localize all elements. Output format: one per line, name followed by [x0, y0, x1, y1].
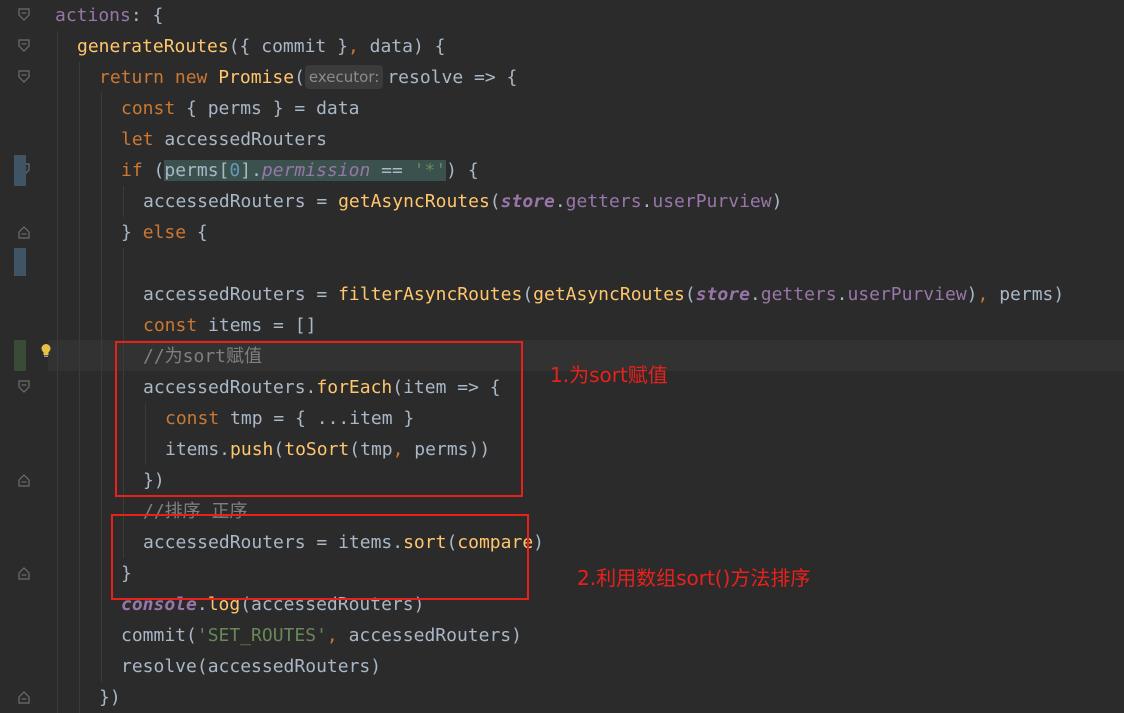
code-line[interactable]: if (perms[0].permission == '*') { [121, 155, 479, 186]
code-line[interactable]: }) [99, 682, 121, 713]
code-token: 0 [229, 160, 241, 181]
code-token: getters [565, 191, 642, 212]
code-line[interactable]: const items = [] [143, 310, 316, 341]
code-token: . [641, 191, 653, 212]
code-token: generateRoutes [77, 36, 229, 57]
code-token: accessedRouters = [143, 191, 339, 212]
code-token: ]. [240, 160, 262, 181]
fold-marker-icon[interactable] [18, 380, 30, 394]
annotation-box-2 [111, 514, 529, 600]
code-line[interactable]: generateRoutes({ commit }, data) { [77, 31, 445, 62]
code-token: { [196, 222, 208, 243]
code-token: ) [533, 532, 544, 553]
code-token: ) [771, 191, 783, 212]
code-token: let [121, 129, 165, 150]
code-line[interactable]: actions: { [55, 0, 163, 31]
code-token: . [554, 191, 566, 212]
vcs-change-marker[interactable] [14, 340, 26, 371]
code-token: , [326, 625, 338, 646]
code-token: Promise [218, 67, 295, 88]
code-token: getters [760, 284, 837, 305]
code-token: == [370, 160, 414, 181]
code-line[interactable]: resolve(accessedRouters) [121, 651, 381, 682]
code-token: accessedRouters [164, 129, 327, 150]
code-token: 'SET_ROUTES' [196, 625, 327, 646]
intention-bulb-icon[interactable] [40, 343, 52, 359]
code-token: resolve => { [387, 67, 518, 88]
code-token: '*' [413, 160, 447, 181]
code-token: userPurview [652, 191, 772, 212]
code-token: : { [130, 5, 164, 26]
fold-marker-icon[interactable] [18, 690, 30, 704]
code-line[interactable]: return new Promise(executor: resolve => { [99, 62, 517, 93]
code-line[interactable]: let accessedRouters [121, 124, 327, 155]
code-line[interactable]: accessedRouters = filterAsyncRoutes(getA… [143, 279, 1064, 310]
code-token: . [749, 284, 761, 305]
code-token: userPurview [847, 284, 967, 305]
vcs-change-marker[interactable] [14, 248, 26, 276]
fold-marker-icon[interactable] [18, 566, 30, 580]
code-token: accessedRouters) [337, 625, 522, 646]
code-token: getAsyncRoutes [338, 191, 490, 212]
code-token: , [347, 36, 359, 57]
code-token: getAsyncRoutes [533, 284, 685, 305]
code-token: filterAsyncRoutes [338, 284, 523, 305]
code-token: ( [489, 191, 501, 212]
code-token: permission [261, 160, 371, 181]
code-token: store [695, 284, 750, 305]
code-token: accessedRouters = [143, 284, 339, 305]
indent-guide [57, 31, 58, 713]
code-token: perms[ [164, 160, 230, 181]
code-token: return new [99, 67, 219, 88]
code-token: commit( [121, 625, 197, 646]
code-token: ) [966, 284, 978, 305]
code-token: if [121, 160, 154, 181]
code-line[interactable]: accessedRouters = getAsyncRoutes(store.g… [143, 186, 782, 217]
indent-guide [101, 93, 102, 682]
fold-marker-icon[interactable] [18, 225, 30, 239]
code-token: ( [153, 160, 165, 181]
code-token: resolve(accessedRouters) [121, 656, 382, 677]
code-token: ( [522, 284, 534, 305]
code-token: perms) [988, 284, 1065, 305]
fold-marker-icon[interactable] [18, 8, 30, 22]
fold-marker-icon[interactable] [18, 473, 30, 487]
vcs-change-marker[interactable] [14, 155, 26, 186]
code-token: const [121, 98, 187, 119]
annotation-label-2: 2.利用数组sort()方法排序 [577, 566, 811, 590]
code-token: , [977, 284, 989, 305]
code-token: ({ commit } [228, 36, 348, 57]
code-token: store [500, 191, 555, 212]
code-token: ( [684, 284, 696, 305]
code-line[interactable]: const { perms } = data [121, 93, 359, 124]
code-token: data) { [358, 36, 446, 57]
code-token: else [142, 222, 197, 243]
fold-marker-icon[interactable] [18, 70, 30, 84]
indent-guide [123, 186, 124, 217]
code-token: ) { [446, 160, 479, 181]
code-token: const [143, 315, 209, 336]
parameter-hint: executor: [304, 65, 384, 89]
indent-guide [79, 62, 80, 713]
code-token: } [121, 222, 143, 243]
code-token: items = [] [208, 315, 317, 336]
code-line[interactable]: commit('SET_ROUTES', accessedRouters) [121, 620, 522, 651]
code-line[interactable]: } else { [121, 217, 208, 248]
code-token: . [836, 284, 848, 305]
annotation-box-1 [115, 341, 523, 497]
code-token: { perms } = data [186, 98, 360, 119]
code-token: actions [55, 5, 131, 26]
code-token: ( [294, 67, 305, 88]
annotation-label-1: 1.为sort赋值 [550, 363, 668, 387]
fold-marker-icon[interactable] [18, 39, 30, 53]
